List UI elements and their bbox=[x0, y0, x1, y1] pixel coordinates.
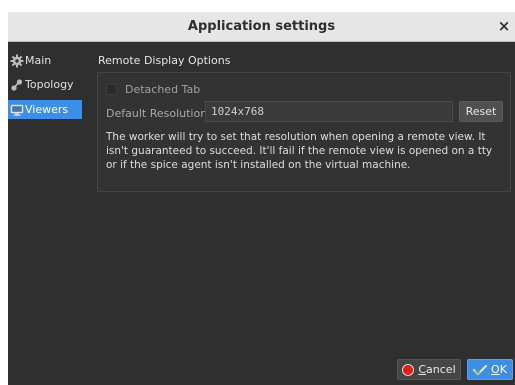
settings-sidebar: Main Topology Viewers bbox=[8, 42, 92, 385]
viewers-panel: Remote Display Options Detached Tab Defa… bbox=[97, 42, 511, 385]
checkmark-icon bbox=[473, 364, 488, 375]
monitor-icon bbox=[10, 104, 24, 116]
topology-icon bbox=[11, 78, 23, 91]
cancel-icon bbox=[402, 363, 415, 376]
ok-button[interactable]: OK bbox=[467, 359, 513, 380]
resolution-description: The worker will try to set that resoluti… bbox=[106, 131, 493, 171]
sidebar-item-label: Topology bbox=[25, 78, 74, 91]
detached-tab-checkbox[interactable] bbox=[106, 83, 117, 95]
close-icon[interactable]: × bbox=[495, 17, 513, 35]
detached-tab-label: Detached Tab bbox=[125, 82, 201, 96]
window-title: Application settings bbox=[187, 19, 336, 34]
reset-button[interactable]: Reset bbox=[459, 101, 503, 122]
cancel-button[interactable]: Cancel bbox=[397, 359, 461, 380]
sidebar-item-viewers[interactable]: Viewers bbox=[8, 100, 82, 119]
default-resolution-label: Default Resolution bbox=[106, 107, 208, 120]
sidebar-item-label: Viewers bbox=[25, 103, 69, 116]
detached-tab-option[interactable]: Detached Tab bbox=[106, 81, 200, 97]
title-bar[interactable]: Application settings × bbox=[8, 12, 515, 42]
cancel-button-label: Cancel bbox=[418, 363, 456, 376]
sidebar-item-topology[interactable]: Topology bbox=[8, 75, 82, 94]
default-resolution-input[interactable] bbox=[205, 101, 453, 122]
remote-display-options-group: Detached Tab Default Resolution Reset Th… bbox=[97, 72, 511, 192]
sidebar-item-label: Main bbox=[25, 54, 52, 67]
sidebar-item-main[interactable]: Main bbox=[8, 51, 82, 70]
gear-icon bbox=[10, 54, 24, 67]
section-title: Remote Display Options bbox=[98, 54, 231, 67]
settings-window: Application settings × Main Topology Vie… bbox=[8, 12, 515, 385]
ok-button-label: OK bbox=[491, 363, 507, 376]
